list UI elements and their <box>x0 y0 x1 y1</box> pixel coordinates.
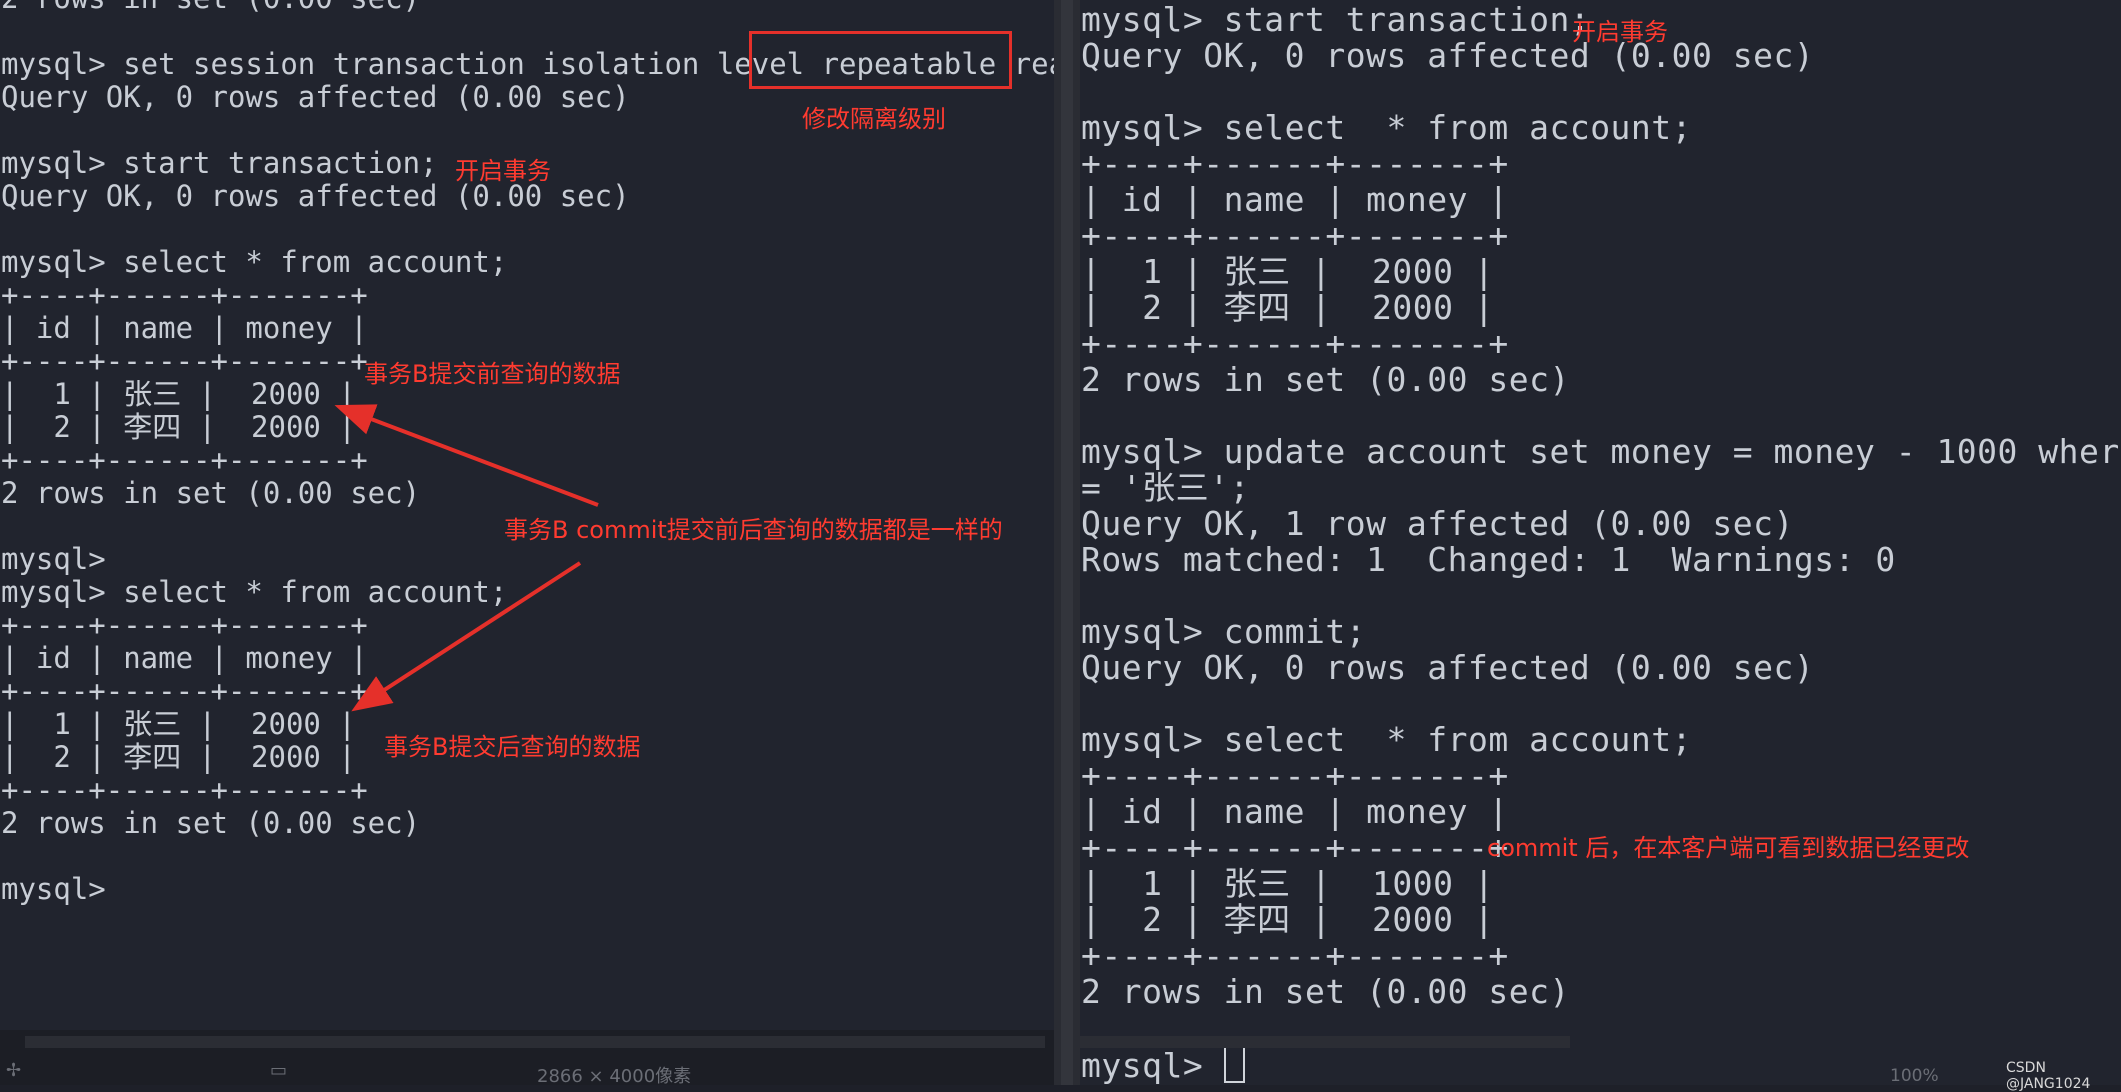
annotation-before-commit: 事务B提交前查询的数据 <box>364 360 621 388</box>
terminal-line: | id | name | money | <box>1081 792 1509 831</box>
terminal-line: mysql> select * from account; <box>1 245 508 279</box>
terminal-line: | 1 | 张三 | 2000 | <box>1081 252 1495 291</box>
terminal-line: +----+------+-------+ <box>1 773 368 807</box>
annotation-start-transaction-b: 开启事务 <box>1572 18 1668 46</box>
terminal-line: | id | name | money | <box>1081 180 1509 219</box>
terminal-line: +----+------+-------+ <box>1 443 368 477</box>
terminal-line: +----+------+-------+ <box>1081 216 1509 255</box>
terminal-line: Query OK, 0 rows affected (0.00 sec) <box>1081 648 1815 687</box>
terminal-line: +----+------+-------+ <box>1081 144 1509 183</box>
terminal-line: | 2 | 李四 | 2000 | <box>1 410 356 444</box>
terminal-line: mysql> commit; <box>1081 612 1367 651</box>
terminal-line: Query OK, 1 row affected (0.00 sec) <box>1081 504 1794 543</box>
terminal-line: mysql> <box>1 542 106 576</box>
terminal-line: +----+------+-------+ <box>1 674 368 708</box>
terminal-line: 2 rows in set (0.00 sec) <box>1081 972 1570 1011</box>
annotation-after-commit-b: commit 后，在本客户端可看到数据已经更改 <box>1487 834 1970 862</box>
right-status-bar <box>1080 1030 2121 1085</box>
terminal-line: | id | name | money | <box>1 311 368 345</box>
terminal-line: mysql> select * from account; <box>1 575 508 609</box>
terminal-line: +----+------+-------+ <box>1081 936 1509 975</box>
move-icon[interactable]: ✢ <box>6 1060 21 1081</box>
terminal-line: mysql> select * from account; <box>1081 108 1693 147</box>
horizontal-scrollbar[interactable] <box>25 1036 1045 1048</box>
terminal-line: +----+------+-------+ <box>1081 324 1509 363</box>
right-terminal-output: mysql> start transaction; Query OK, 0 row… <box>1080 2 2121 1046</box>
terminal-line: | 2 | 李四 | 2000 | <box>1081 900 1495 939</box>
terminal-line: | id | name | money | <box>1 641 368 675</box>
annotation-after-commit: 事务B提交后查询的数据 <box>384 733 641 761</box>
terminal-line: mysql> update account set money = money … <box>1081 432 2121 471</box>
annotation-start-transaction: 开启事务 <box>455 157 551 185</box>
terminal-line: +----+------+-------+ <box>1 608 368 642</box>
terminal-line: 2 rows in set (0.00 sec) <box>1 476 421 510</box>
status-bar: ✢ ▭ 2866 × 4000像素 <box>0 1030 1054 1087</box>
terminal-line: 2 rows in set (0.00 sec) <box>1081 360 1570 399</box>
terminal-line: | 1 | 张三 | 1000 | <box>1081 864 1495 903</box>
dimensions-label: 2866 × 4000像素 <box>537 1066 692 1087</box>
right-terminal-pane[interactable]: mysql> start transaction; Query OK, 0 row… <box>1080 0 2121 1085</box>
terminal-line: mysql> <box>1 872 106 906</box>
left-terminal-pane[interactable]: 2 rows in set (0.00 sec) mysql> set sess… <box>0 0 1054 1085</box>
terminal-line: mysql> select * from account; <box>1081 720 1693 759</box>
terminal-line: +----+------+-------+ <box>1 278 368 312</box>
zoom-level[interactable]: 100% <box>1890 1066 1939 1086</box>
watermark: CSDN @JANG1024 <box>2006 1060 2091 1092</box>
terminal-line: Rows matched: 1 Changed: 1 Warnings: 0 <box>1081 540 1896 579</box>
terminal-line: 2 rows in set (0.00 sec) <box>1 0 1054 15</box>
horizontal-scrollbar-right[interactable] <box>1080 1036 1570 1048</box>
annotation-isolation: 修改隔离级别 <box>802 105 946 133</box>
left-terminal-output: 2 rows in set (0.00 sec) mysql> set sess… <box>0 0 1054 906</box>
highlight-box <box>749 31 1012 89</box>
terminal-line: | 2 | 李四 | 2000 | <box>1081 288 1495 327</box>
frame-icon[interactable]: ▭ <box>270 1060 287 1081</box>
annotation-same-data: 事务B commit提交前后查询的数据都是一样的 <box>504 516 1003 544</box>
pane-divider-scrollbar[interactable] <box>1054 0 1080 1085</box>
terminal-line: 2 rows in set (0.00 sec) <box>1 806 421 840</box>
terminal-line: +----+------+-------+ <box>1081 756 1509 795</box>
terminal-line: = '张三'; <box>1081 468 1250 507</box>
